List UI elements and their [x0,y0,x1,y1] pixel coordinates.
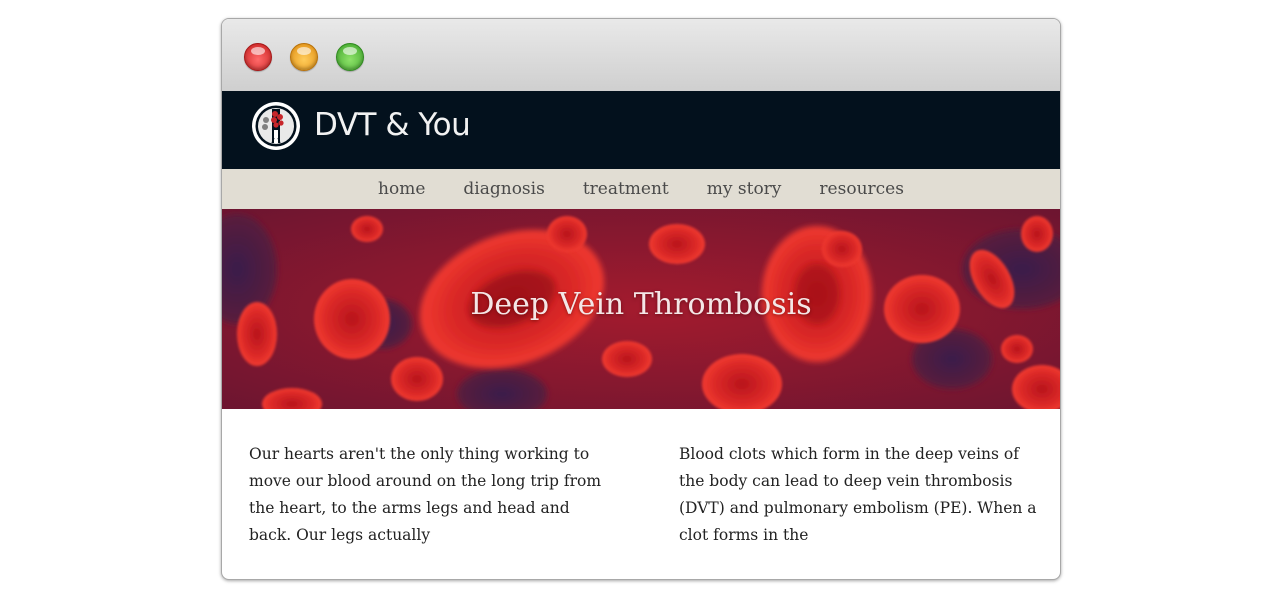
close-window-button[interactable] [244,43,272,71]
hero-banner: Deep Vein Thrombosis [222,209,1060,409]
site-header: DVT & You [222,91,1060,169]
site-title[interactable]: DVT & You [314,107,471,143]
browser-window: DVT & You home diagnosis treatment my st… [221,18,1061,580]
intro-column-right: Blood clots which form in the deep veins… [679,441,1039,549]
nav-item-diagnosis[interactable]: diagnosis [463,179,544,199]
window-titlebar [222,19,1060,92]
nav-item-home[interactable]: home [378,179,425,199]
intro-paragraph-left: Our hearts aren't the only thing working… [249,445,602,544]
zoom-window-button[interactable] [336,43,364,71]
main-nav: home diagnosis treatment my story resour… [222,169,1060,209]
blood-cells-vein-logo-icon[interactable] [250,100,302,152]
nav-item-treatment[interactable]: treatment [583,179,669,199]
minimize-window-button[interactable] [290,43,318,71]
intro-paragraph-right: Blood clots which form in the deep veins… [679,445,1037,544]
nav-item-resources[interactable]: resources [819,179,904,199]
nav-item-my-story[interactable]: my story [707,179,782,199]
hero-title: Deep Vein Thrombosis [470,287,812,322]
intro-column-left: Our hearts aren't the only thing working… [249,441,609,549]
